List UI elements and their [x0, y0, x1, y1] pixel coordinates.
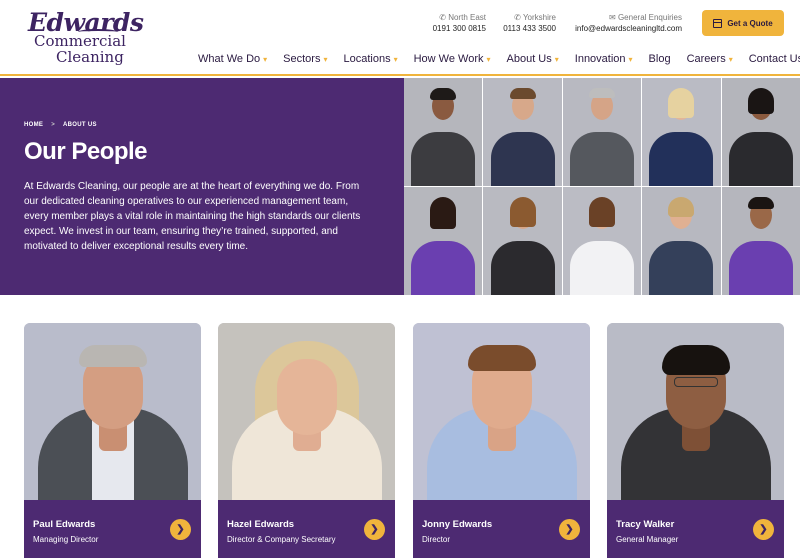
team-photo-grid: [404, 78, 800, 295]
chevron-down-icon: ▾: [628, 54, 633, 64]
team-card[interactable]: Hazel Edwards Director & Company Secreta…: [218, 323, 395, 558]
team-card[interactable]: Tracy Walker General Manager ❯: [607, 323, 784, 558]
team-card[interactable]: Paul Edwards Managing Director ❯: [24, 323, 201, 558]
team-card-caption: Paul Edwards Managing Director ❯: [24, 500, 201, 558]
team-member-name: Hazel Edwards: [227, 519, 295, 530]
team-card-caption: Jonny Edwards Director ❯: [413, 500, 590, 558]
nav-item-careers[interactable]: Careers ▾: [687, 52, 733, 66]
team-cards: Paul Edwards Managing Director ❯ Hazel E…: [24, 323, 784, 558]
nav-item-what-we-do[interactable]: What We Do ▾: [198, 52, 267, 66]
team-member-role: Managing Director: [33, 535, 99, 544]
contact-label: North East: [448, 13, 486, 22]
team-member-role: Director & Company Secretary: [227, 535, 336, 544]
contact-label: General Enquiries: [617, 13, 682, 22]
chevron-down-icon: ▾: [728, 54, 733, 64]
site-header: Edwards Commercial Cleaning ✆ North East…: [0, 0, 800, 76]
team-photo: [404, 187, 483, 295]
nav-item-about-us[interactable]: About Us ▾: [507, 52, 559, 66]
contact-email: info@edwardscleaningltd.com: [575, 24, 682, 33]
team-card-caption: Hazel Edwards Director & Company Secreta…: [218, 500, 395, 558]
team-photo: [483, 187, 562, 295]
logo-line-3: Cleaning: [56, 48, 124, 66]
quote-button-label: Get a Quote: [727, 18, 773, 28]
edwards-logo[interactable]: Edwards Commercial Cleaning: [28, 8, 144, 68]
team-photo: [642, 78, 721, 186]
chevron-down-icon: ▾: [323, 54, 328, 64]
team-card[interactable]: Jonny Edwards Director ❯: [413, 323, 590, 558]
chevron-down-icon: ▾: [393, 54, 398, 64]
nav-item-how-we-work[interactable]: How We Work ▾: [414, 52, 491, 66]
contact-label: Yorkshire: [522, 13, 556, 22]
hero-text-panel: HOME > ABOUT US Our People At Edwards Cl…: [0, 78, 404, 295]
chevron-down-icon: ▾: [263, 54, 268, 64]
team-photo: [276, 359, 337, 435]
arrow-right-icon[interactable]: ❯: [559, 519, 580, 540]
contact-phone: 0113 433 3500: [503, 24, 556, 33]
contact-yorkshire[interactable]: ✆ Yorkshire 0113 433 3500: [496, 12, 556, 36]
mail-icon: ✉: [609, 13, 618, 22]
arrow-right-icon[interactable]: ❯: [170, 519, 191, 540]
breadcrumb-home[interactable]: HOME: [24, 122, 43, 128]
main-nav: What We Do ▾ Sectors ▾ Locations ▾ How We W…: [198, 52, 800, 66]
nav-item-locations[interactable]: Locations ▾: [343, 52, 397, 66]
team-member-name: Tracy Walker: [616, 519, 675, 530]
breadcrumb-current: ABOUT US: [63, 122, 97, 128]
logo-line-2: Commercial: [34, 32, 126, 50]
team-photo: [721, 78, 800, 186]
chevron-down-icon: ▾: [486, 54, 491, 64]
team-member-role: General Manager: [616, 535, 679, 544]
phone-icon: ✆: [439, 13, 449, 22]
team-member-role: Director: [422, 535, 451, 544]
nav-item-blog[interactable]: Blog: [649, 52, 671, 66]
team-photo: [721, 187, 800, 295]
calendar-icon: [713, 18, 723, 28]
get-a-quote-button[interactable]: Get a Quote: [702, 10, 784, 36]
hero-intro: At Edwards Cleaning, our people are at t…: [24, 181, 361, 252]
breadcrumb: HOME > ABOUT US: [24, 122, 97, 128]
team-photo: [562, 78, 642, 186]
nav-item-innovation[interactable]: Innovation ▾: [575, 52, 633, 66]
team-photo: [562, 187, 642, 295]
contact-north-east[interactable]: ✆ North East 0191 300 0815: [426, 12, 486, 36]
arrow-right-icon[interactable]: ❯: [753, 519, 774, 540]
nav-item-sectors[interactable]: Sectors ▾: [283, 52, 327, 66]
glasses: [673, 377, 718, 387]
contact-general-enquiries[interactable]: ✉ General Enquiries info@edwardscleaning…: [568, 12, 682, 36]
team-member-name: Jonny Edwards: [422, 519, 493, 530]
hero-section: HOME > ABOUT US Our People At Edwards Cl…: [0, 78, 800, 295]
team-photo: [483, 78, 562, 186]
team-member-name: Paul Edwards: [33, 519, 96, 530]
arrow-right-icon[interactable]: ❯: [364, 519, 385, 540]
page-title: Our People: [24, 138, 148, 165]
nav-item-contact-us[interactable]: Contact Us: [749, 52, 800, 66]
breadcrumb-separator: >: [51, 122, 56, 128]
team-card-caption: Tracy Walker General Manager ❯: [607, 500, 784, 558]
team-photo: [404, 78, 483, 186]
phone-icon: ✆: [514, 13, 523, 22]
contact-phone: 0191 300 0815: [432, 24, 486, 33]
team-photo: [642, 187, 721, 295]
chevron-down-icon: ▾: [554, 54, 559, 64]
